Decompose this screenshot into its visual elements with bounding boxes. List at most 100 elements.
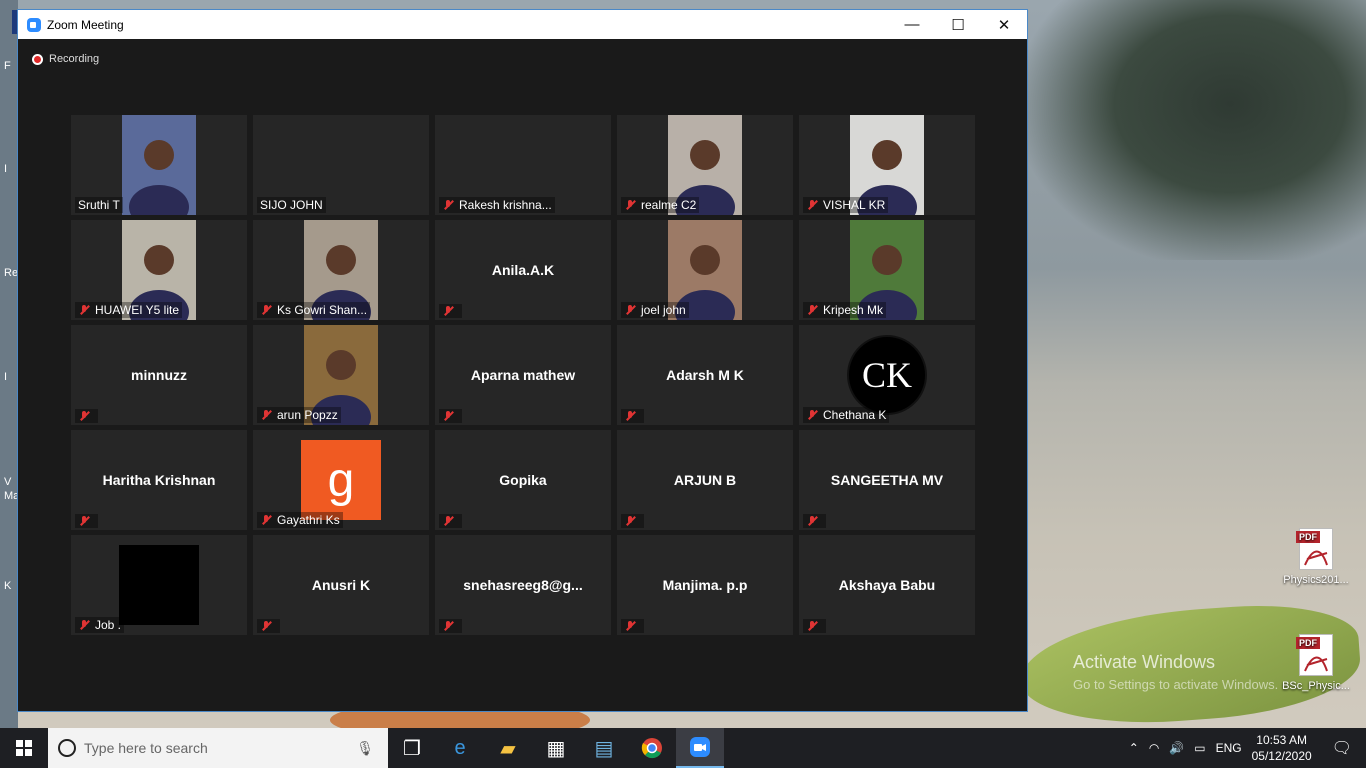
muted-mic-icon [442,199,454,211]
participant-tile[interactable]: ARJUN B [617,430,793,530]
participant-tile[interactable]: SANGEETHA MV [799,430,975,530]
participant-name: Rakesh krishna... [459,198,552,212]
chrome-icon[interactable] [628,728,676,768]
participant-label: Chethana K [803,407,890,423]
muted-mic-icon [442,620,454,632]
recording-indicator[interactable]: Recording [32,53,99,65]
muted-mic-icon [78,515,90,527]
language-indicator[interactable]: ENG [1216,741,1242,755]
participant-tile[interactable]: g Gayathri Ks [253,430,429,530]
windows-taskbar: Type here to search 🎙 ❐ e ▰ ▦ ▤ ⌃ ◠ 🔊 ▭ … [0,728,1366,768]
participant-tile[interactable]: joel john [617,220,793,320]
maximize-button[interactable]: ☐ [935,10,981,39]
participant-tile[interactable]: CK Chethana K [799,325,975,425]
zoom-taskbar-icon[interactable] [676,728,724,768]
desktop-icon-label: I [4,163,8,175]
participant-tile[interactable]: HUAWEI Y5 lite [71,220,247,320]
participant-name: Gayathri Ks [277,513,340,527]
participant-tile[interactable]: Anusri K [253,535,429,635]
clock[interactable]: 10:53 AM 05/12/2020 [1252,732,1312,764]
muted-mic-icon [806,515,818,527]
participant-name: joel john [641,303,686,317]
volume-icon[interactable]: 🔊 [1169,741,1184,755]
participant-tile[interactable]: VISHAL KR [799,115,975,215]
participant-tile[interactable]: Job . [71,535,247,635]
participant-name: VISHAL KR [823,198,886,212]
participant-label: realme C2 [621,197,700,213]
participant-logo: CK [847,335,927,415]
participant-label: VISHAL KR [803,197,889,213]
desktop-icon-label: I [4,371,8,383]
participant-tile[interactable]: SIJO JOHN [253,115,429,215]
participant-label: Gayathri Ks [257,512,343,528]
desktop-pdf-label: Physics201... [1283,574,1349,586]
system-tray: ⌃ ◠ 🔊 ▭ ENG 10:53 AM 05/12/2020 🗨 [1129,732,1366,764]
desktop-pdf-file[interactable]: PDF BSc_Physic... [1276,634,1356,692]
participant-tile[interactable]: Akshaya Babu [799,535,975,635]
participant-video [119,545,199,625]
desktop-icon-label: K [4,580,12,592]
participant-tile[interactable]: Adarsh M K [617,325,793,425]
task-view-icon[interactable]: ❐ [388,728,436,768]
participant-tile[interactable]: minnuzz [71,325,247,425]
start-button[interactable] [0,728,48,768]
muted-mic-icon [260,304,272,316]
app-icon[interactable]: ▤ [580,728,628,768]
close-button[interactable]: ✕ [981,10,1027,39]
muted-mic-icon [442,515,454,527]
participant-tile[interactable]: Ks Gowri Shan... [253,220,429,320]
participant-tile[interactable]: Kripesh Mk [799,220,975,320]
participant-tile[interactable]: Gopika [435,430,611,530]
muted-mic-icon [624,304,636,316]
desktop-icon-label: Re [4,267,19,279]
participant-label: HUAWEI Y5 lite [75,302,183,318]
battery-icon[interactable]: ▭ [1194,741,1205,755]
notifications-icon[interactable]: 🗨 [1332,738,1352,758]
participant-tile[interactable]: Anila.A.K [435,220,611,320]
participant-label [439,304,462,318]
muted-mic-icon [78,410,90,422]
taskbar-search-box[interactable]: Type here to search 🎙 [48,728,388,768]
minimize-button[interactable]: — [889,10,935,39]
edge-browser-icon[interactable]: e [436,728,484,768]
participant-tile[interactable]: arun Popzz [253,325,429,425]
participant-label [257,619,280,633]
participant-label: joel john [621,302,689,318]
participant-tile[interactable]: snehasreeg8@g... [435,535,611,635]
participant-name: Sruthi T [78,198,120,212]
svg-text:CK: CK [862,355,912,395]
participant-tile[interactable]: Manjima. p.p [617,535,793,635]
participant-label: Job . [75,617,125,633]
participant-name: SIJO JOHN [260,198,323,212]
participant-tile[interactable]: Rakesh krishna... [435,115,611,215]
store-icon[interactable]: ▦ [532,728,580,768]
participant-label [803,514,826,528]
window-title: Zoom Meeting [47,17,124,32]
network-icon[interactable]: ◠ [1149,741,1159,755]
participant-name: realme C2 [641,198,697,212]
gallery-view-grid: Sruthi T SIJO JOHN Rakesh krishna... realm… [71,115,975,635]
participant-label [75,514,98,528]
desktop-pdf-label: BSc_Physic... [1282,680,1350,692]
show-hidden-icons-icon[interactable]: ⌃ [1129,741,1139,755]
muted-mic-icon [806,409,818,421]
desktop-wallpaper-trees [1026,0,1366,260]
participant-label [439,619,462,633]
pdf-file-icon: PDF [1296,528,1333,570]
participant-label [621,514,644,528]
participant-tile[interactable]: realme C2 [617,115,793,215]
microphone-icon[interactable]: 🎙 [356,740,374,757]
activate-windows-title: Activate Windows [1073,652,1216,672]
muted-mic-icon [260,620,272,632]
participant-label [621,619,644,633]
participant-tile[interactable]: Aparna mathew [435,325,611,425]
participant-name: arun Popzz [277,408,338,422]
desktop-icon-label: F [4,60,11,72]
participant-avatar: g [301,440,381,520]
file-explorer-icon[interactable]: ▰ [484,728,532,768]
participant-tile[interactable]: Haritha Krishnan [71,430,247,530]
desktop-pdf-file[interactable]: PDF Physics201... [1276,528,1356,586]
window-titlebar[interactable]: Zoom Meeting — ☐ ✕ [18,10,1027,39]
participant-tile[interactable]: Sruthi T [71,115,247,215]
recording-label: Recording [49,53,100,65]
